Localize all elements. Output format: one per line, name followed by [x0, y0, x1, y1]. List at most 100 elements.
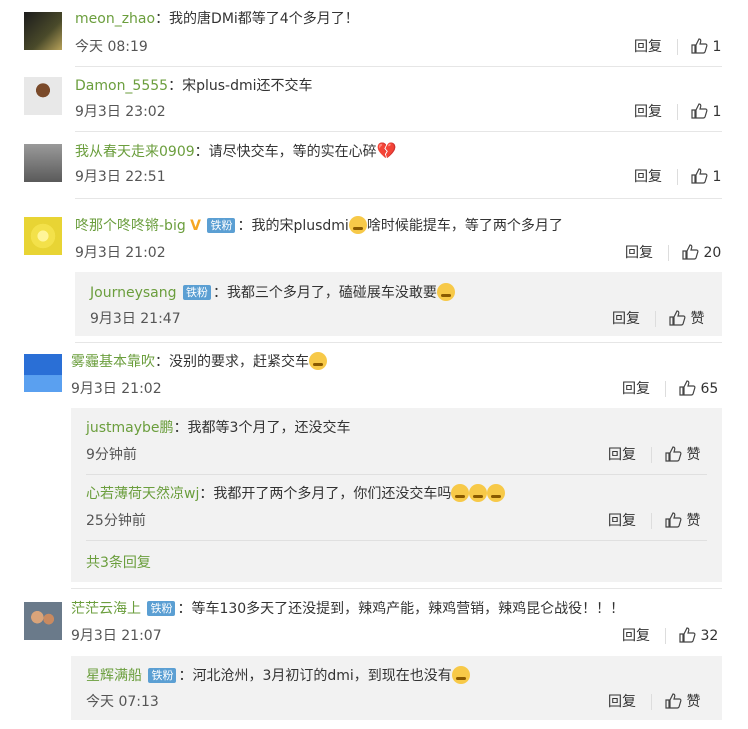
thumbs-up-icon: [665, 446, 682, 462]
divider: [651, 513, 652, 529]
thumbs-up-icon: [691, 103, 708, 119]
show-more-replies-link[interactable]: 共3条回复: [86, 552, 151, 572]
thumbs-up-icon: [665, 512, 682, 528]
verified-v-icon: V: [190, 218, 202, 234]
reply-text: justmaybe鹏：我都等3个月了，还没交车: [86, 420, 351, 436]
divider: [75, 198, 722, 199]
thumbs-up-icon: [665, 693, 682, 709]
username-link[interactable]: 心若薄荷天然凉wj: [86, 486, 199, 502]
avatar[interactable]: [24, 217, 62, 255]
username-link[interactable]: 茫茫云海上: [71, 601, 141, 617]
comment-time: 9月3日 21:02: [75, 245, 166, 261]
thumbs-up-icon: [682, 244, 699, 260]
divider: [665, 628, 666, 644]
username-link[interactable]: Journeysang: [90, 285, 176, 301]
reply-time: 9分钟前: [86, 447, 137, 463]
reply-text: Journeysang 铁粉 ：我都三个多月了，磕碰展车没敢要: [90, 283, 455, 303]
like-button[interactable]: 1: [691, 37, 721, 57]
divider: [677, 39, 678, 55]
like-count: 20: [703, 245, 722, 261]
reply-button[interactable]: 回复: [608, 445, 636, 465]
reply-text: 心若薄荷天然凉wj：我都开了两个多月了，你们还没交车吗: [86, 484, 506, 504]
laughing-emoji-icon: [451, 666, 470, 684]
like-button[interactable]: 1: [691, 102, 721, 122]
reply-button[interactable]: 回复: [608, 692, 636, 712]
username-link[interactable]: 咚那个咚咚锵-big: [75, 218, 186, 234]
reply-button[interactable]: 回复: [622, 626, 650, 646]
avatar[interactable]: [24, 354, 62, 392]
fan-badge: 铁粉: [182, 285, 211, 300]
reply-button[interactable]: 回复: [634, 37, 662, 57]
username-link[interactable]: 星辉满船: [86, 668, 142, 684]
avatar[interactable]: [24, 144, 62, 182]
comment-time: 9月3日 23:02: [75, 104, 166, 120]
avatar[interactable]: [24, 12, 62, 50]
like-button[interactable]: 赞: [669, 309, 704, 329]
like-count: 1: [712, 104, 722, 120]
reply-thread: Journeysang 铁粉 ：我都三个多月了，磕碰展车没敢要 9月3日 21:4…: [75, 272, 722, 336]
like-button[interactable]: 65: [679, 379, 718, 399]
avatar[interactable]: [24, 602, 62, 640]
thumbs-up-icon: [679, 380, 696, 396]
like-label: 赞: [690, 311, 705, 327]
like-button[interactable]: 赞: [665, 445, 700, 465]
divider: [655, 311, 656, 327]
divider: [665, 381, 666, 397]
fan-badge: 铁粉: [207, 218, 236, 233]
reply-button[interactable]: 回复: [634, 102, 662, 122]
comment-text: 我从春天走来0909：请尽快交车，等的实在心碎💔: [75, 141, 397, 160]
divider: [75, 66, 722, 67]
cat-emoji-icon: [469, 484, 488, 502]
reply-time: 9月3日 21:47: [90, 311, 181, 327]
laughing-emoji-icon: [309, 352, 327, 370]
broken-heart-icon: 💔: [376, 141, 397, 160]
reply-time: 今天 07:13: [86, 694, 159, 710]
thumbs-up-icon: [669, 310, 686, 326]
reply-thread: 星辉满船 铁粉 ：河北沧州，3月初订的dmi，到现在也没有 今天 07:13 回复…: [71, 656, 722, 720]
username-link[interactable]: meon_zhao: [75, 11, 155, 27]
reply-button[interactable]: 回复: [612, 309, 640, 329]
divider: [75, 131, 722, 132]
thumbs-up-icon: [679, 627, 696, 643]
like-button[interactable]: 32: [679, 626, 718, 646]
like-count: 1: [712, 169, 722, 185]
reply-button[interactable]: 回复: [625, 243, 653, 263]
username-link[interactable]: 我从春天走来0909: [75, 144, 195, 160]
like-button[interactable]: 赞: [665, 692, 700, 712]
divider: [86, 474, 707, 475]
reply-time: 25分钟前: [86, 513, 146, 529]
comment-text: meon_zhao：我的唐DMi都等了4个多月了！: [75, 11, 359, 27]
like-count: 1: [712, 39, 722, 55]
comment-time: 9月3日 21:02: [71, 381, 162, 397]
thumbs-up-icon: [691, 168, 708, 184]
avatar[interactable]: [24, 77, 62, 115]
divider: [677, 104, 678, 120]
like-count: 65: [700, 381, 719, 397]
reply-button[interactable]: 回复: [622, 379, 650, 399]
crying-emoji-icon: [348, 216, 367, 234]
divider: [75, 342, 722, 343]
comment-text: 茫茫云海上 铁粉 ：等车130多天了还没提到，辣鸡产能，辣鸡营销，辣鸡昆仑战役！！…: [71, 601, 625, 617]
like-label: 赞: [686, 513, 701, 529]
divider: [86, 540, 707, 541]
comment-time: 9月3日 21:07: [71, 628, 162, 644]
fan-badge: 铁粉: [147, 601, 176, 616]
like-button[interactable]: 赞: [665, 511, 700, 531]
fan-badge: 铁粉: [148, 668, 177, 683]
reply-text: 星辉满船 铁粉 ：河北沧州，3月初订的dmi，到现在也没有: [86, 666, 470, 686]
comment-time: 9月3日 22:51: [75, 169, 166, 185]
reply-button[interactable]: 回复: [608, 511, 636, 531]
comment-text: 咚那个咚咚锵-big V 铁粉 ：我的宋plusdmi 啥时候能提车，等了两个多月了: [75, 216, 563, 234]
username-link[interactable]: 雾霾基本靠吹: [71, 354, 155, 370]
divider: [668, 245, 669, 261]
reply-button[interactable]: 回复: [634, 167, 662, 187]
divider: [651, 447, 652, 463]
like-label: 赞: [686, 694, 701, 710]
like-button[interactable]: 20: [682, 243, 721, 263]
username-link[interactable]: justmaybe鹏: [86, 420, 174, 436]
like-button[interactable]: 1: [691, 167, 721, 187]
username-link[interactable]: Damon_5555: [75, 78, 168, 94]
thumbs-up-icon: [691, 38, 708, 54]
cat-emoji-icon: [451, 484, 470, 502]
reply-thread: justmaybe鹏：我都等3个月了，还没交车 9分钟前 回复 赞 心若薄荷天然…: [71, 408, 722, 582]
